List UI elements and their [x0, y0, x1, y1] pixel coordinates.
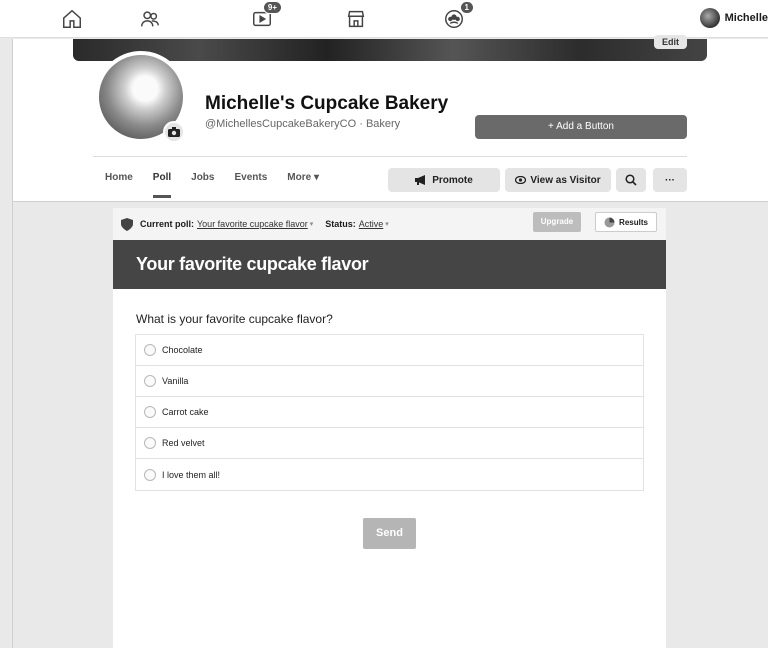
poll-option-chocolate[interactable]: Chocolate	[136, 335, 643, 366]
top-navigation: 9+ 1 Michelle	[0, 0, 768, 38]
home-icon[interactable]	[58, 6, 86, 32]
cover-photo: Edit	[73, 35, 707, 61]
pie-chart-icon	[604, 217, 615, 227]
poll-option-carrot-cake[interactable]: Carrot cake	[136, 397, 643, 428]
radio-button[interactable]	[144, 375, 156, 387]
option-label: Vanilla	[162, 376, 189, 386]
poll-title: Your favorite cupcake flavor	[136, 254, 369, 274]
poll-title-bar: Your favorite cupcake flavor	[113, 240, 666, 289]
option-label: Carrot cake	[162, 407, 209, 417]
avatar	[699, 8, 720, 28]
promote-label: Promote	[432, 174, 473, 186]
upgrade-button[interactable]: Upgrade	[533, 212, 581, 232]
poll-options: Chocolate Vanilla Carrot cake Red velvet…	[135, 334, 644, 491]
poll-question: What is your favorite cupcake flavor?	[136, 312, 333, 326]
view-as-visitor-label: View as Visitor	[530, 174, 601, 186]
option-label: Chocolate	[162, 345, 203, 355]
radio-button[interactable]	[144, 406, 156, 418]
watch-icon[interactable]: 9+	[248, 1, 282, 32]
marketplace-icon[interactable]	[342, 6, 370, 32]
shield-icon	[121, 217, 133, 231]
current-poll-label: Current poll:	[140, 219, 194, 229]
option-label: I love them all!	[162, 469, 221, 480]
radio-button[interactable]	[144, 468, 156, 481]
radio-button[interactable]	[144, 344, 156, 356]
search-icon	[625, 174, 637, 186]
radio-button[interactable]	[144, 437, 156, 449]
view-as-visitor-button[interactable]: View as Visitor	[505, 168, 611, 192]
groups-badge: 1	[459, 1, 474, 14]
friends-icon[interactable]	[136, 6, 164, 32]
option-label: Red velvet	[162, 438, 205, 448]
camera-icon[interactable]	[163, 121, 185, 143]
more-options-button[interactable]: ···	[653, 168, 687, 192]
poll-option-love-them-all[interactable]: I love them all!	[136, 459, 643, 490]
user-name: Michelle	[724, 12, 768, 24]
results-label: Results	[619, 217, 648, 227]
tab-poll[interactable]: Poll	[152, 172, 172, 198]
chevron-down-icon: ▾	[385, 221, 389, 228]
more-options-icon: ···	[665, 174, 675, 186]
chevron-down-icon: ▾	[309, 221, 314, 228]
groups-icon[interactable]: 1	[440, 1, 474, 32]
tab-jobs[interactable]: Jobs	[191, 172, 214, 198]
page-title: Michelle's Cupcake Bakery	[205, 93, 449, 114]
results-button[interactable]: Results	[595, 212, 657, 232]
user-profile-chip[interactable]: Michelle	[699, 8, 768, 28]
tab-more[interactable]: More ▾	[287, 172, 319, 198]
eye-icon	[515, 176, 527, 184]
current-poll-select[interactable]: Your favorite cupcake flavor	[197, 219, 308, 229]
megaphone-icon	[415, 175, 426, 185]
poll-option-vanilla[interactable]: Vanilla	[136, 366, 643, 397]
page-header: Edit Michelle's Cupcake Bakery @Michelle…	[12, 35, 768, 201]
notifications-badge: 9+	[262, 1, 282, 14]
add-a-button[interactable]: + Add a Button	[475, 115, 687, 139]
send-button[interactable]: Send	[363, 518, 416, 549]
poll-card: Current poll: Your favorite cupcake flav…	[113, 208, 666, 648]
status-label: Status:	[325, 219, 356, 229]
status-select[interactable]: Active	[359, 219, 384, 229]
tab-home[interactable]: Home	[105, 172, 133, 198]
page-handle: @MichellesCupcakeBakeryCO · Bakery	[205, 118, 401, 130]
edit-cover-button[interactable]: Edit	[654, 35, 687, 49]
divider	[93, 156, 687, 157]
search-button[interactable]	[616, 168, 646, 192]
page-tabs: Home Poll Jobs Events More ▾	[105, 172, 339, 198]
poll-option-red-velvet[interactable]: Red velvet	[136, 428, 643, 459]
poll-toolbar: Current poll: Your favorite cupcake flav…	[113, 208, 666, 240]
promote-button[interactable]: Promote	[388, 168, 500, 192]
tab-events[interactable]: Events	[234, 172, 267, 198]
